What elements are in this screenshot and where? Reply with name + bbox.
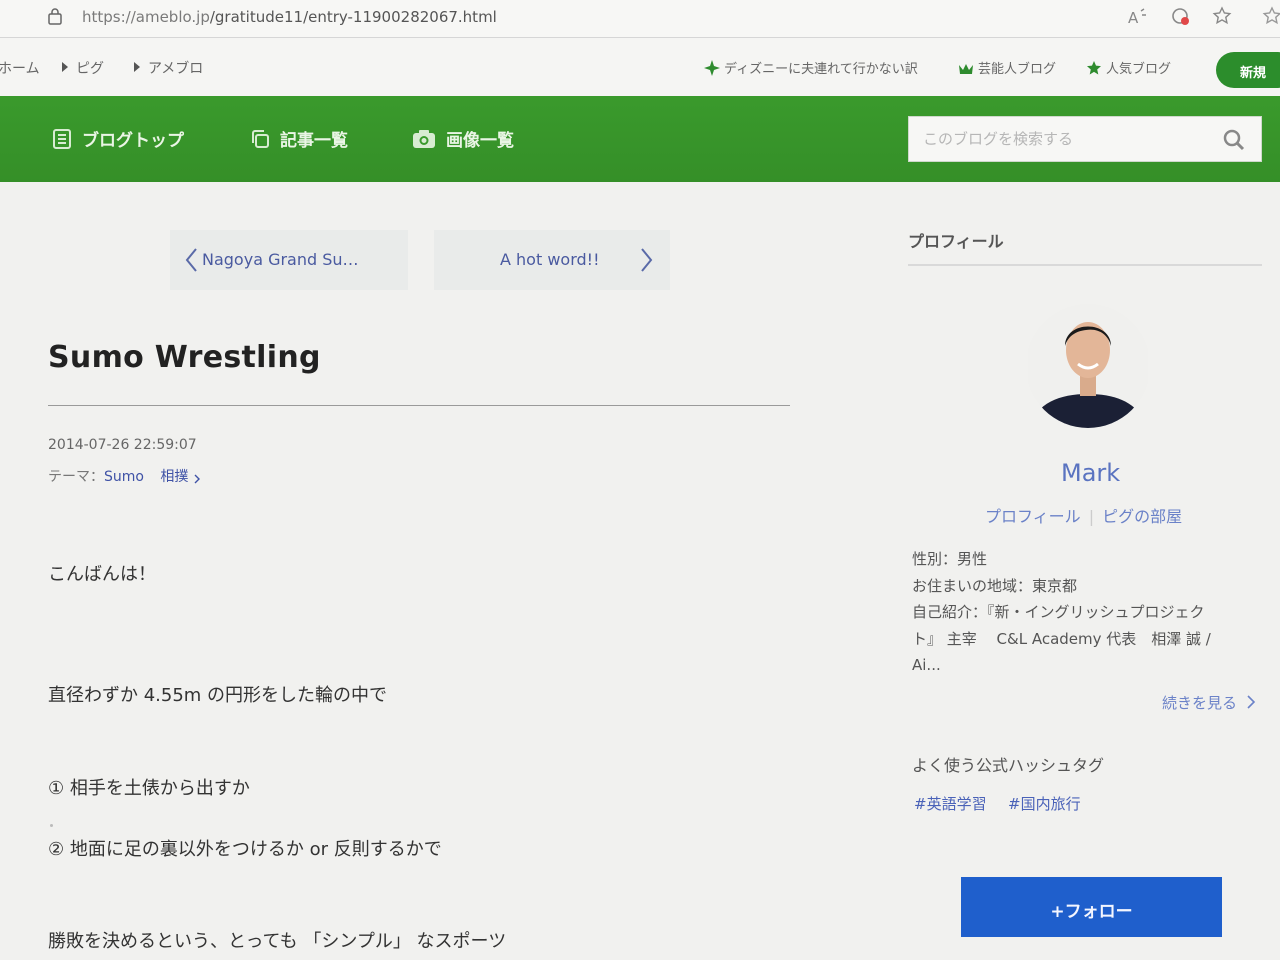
- nav-home-link[interactable]: ホーム: [0, 58, 40, 78]
- collections-icon[interactable]: [1262, 6, 1280, 28]
- browser-address-bar: https://ameblo.jp/gratitude11/entry-1190…: [0, 0, 1280, 38]
- profile-intro-line: Ai...: [912, 656, 941, 674]
- nav-ameblo-link[interactable]: アメブロ: [134, 58, 203, 78]
- blog-search-box: [908, 116, 1262, 162]
- article-paragraph: 勝敗を決めるという、とっても 「シンプル」 なスポーツ: [48, 931, 507, 952]
- arrow-right-icon: [134, 62, 140, 72]
- star-icon: [1087, 61, 1101, 75]
- article-paragraph: ① 相手を土俵から出すか: [48, 778, 250, 799]
- profile-region: お住まいの地域：東京都: [912, 577, 1078, 595]
- avatar[interactable]: [1028, 300, 1148, 432]
- profile-heading: プロフィール: [908, 232, 1004, 251]
- profile-gender: 性別：男性: [912, 550, 988, 568]
- profile-links: プロフィール | ピグの部屋: [985, 503, 1182, 527]
- blog-header-bar: ブログトップ 記事一覧 画像一覧: [0, 96, 1280, 182]
- follow-button[interactable]: +フォロー: [961, 877, 1222, 937]
- svg-text:A: A: [1128, 9, 1139, 27]
- theme-label: テーマ：: [48, 469, 104, 485]
- sparkle-icon: [704, 60, 720, 76]
- profile-divider: [908, 264, 1262, 266]
- article-datetime: 2014-07-26 22:59:07: [48, 437, 197, 453]
- theme-tag-link[interactable]: 相撲: [160, 469, 188, 485]
- document-icon: [53, 129, 71, 149]
- bullet-dot: [50, 824, 53, 827]
- nav-article-list[interactable]: 記事一覧: [250, 126, 348, 151]
- crown-icon: [959, 64, 973, 74]
- new-post-button[interactable]: 新規: [1216, 52, 1280, 88]
- chevron-right-icon: [641, 248, 653, 272]
- popular-blog-link[interactable]: 人気ブログ: [1086, 58, 1171, 77]
- nav-pigg-link[interactable]: ピグ: [62, 58, 104, 78]
- pigg-room-link[interactable]: ピグの部屋: [1102, 507, 1182, 526]
- chevron-right-icon: [194, 474, 200, 484]
- article-paragraph: ② 地面に足の裏以外をつけるか or 反則するかで: [48, 839, 442, 860]
- hashtag-heading: よく使う公式ハッシュタグ: [912, 756, 1105, 775]
- next-article-link[interactable]: A hot word!!: [434, 230, 670, 290]
- profile-name[interactable]: Mark: [1061, 459, 1120, 487]
- chevron-right-icon: [1247, 695, 1255, 709]
- ameba-global-nav: ホーム ピグ アメブロ ディズニーに夫連れて行かない訳 芸能人ブログ 人気ブログ…: [0, 38, 1280, 96]
- read-more-link[interactable]: 続きを見る: [1162, 692, 1256, 713]
- search-icon[interactable]: [1223, 129, 1245, 151]
- article-paragraph: こんばんは！: [48, 564, 156, 585]
- article-theme: テーマ：Sumo 相撲: [48, 466, 201, 486]
- camera-icon: [413, 130, 435, 148]
- arrow-right-icon: [62, 62, 68, 72]
- hashtag-link[interactable]: #国内旅行: [1008, 793, 1081, 814]
- nav-image-list[interactable]: 画像一覧: [412, 126, 514, 151]
- hashtag-link[interactable]: #英語学習: [914, 793, 987, 814]
- profile-intro-line: ト』 主宰 C&L Academy 代表 相澤 誠 /: [912, 630, 1211, 648]
- favorites-icon[interactable]: [1212, 6, 1234, 28]
- article-title: Sumo Wrestling: [48, 340, 321, 375]
- trending-link[interactable]: ディズニーに夫連れて行かない訳: [704, 58, 918, 77]
- page-info-icon[interactable]: [46, 7, 64, 25]
- profile-link[interactable]: プロフィール: [985, 507, 1081, 526]
- profile-intro-line: 自己紹介：『新・イングリッシュプロジェク: [912, 603, 1205, 621]
- nav-blog-top[interactable]: ブログトップ: [52, 126, 184, 151]
- url-field[interactable]: https://ameblo.jp/gratitude11/entry-1190…: [82, 8, 497, 26]
- extension-icon[interactable]: [1170, 6, 1192, 28]
- theme-link[interactable]: Sumo: [104, 469, 144, 485]
- read-aloud-icon[interactable]: A: [1126, 6, 1148, 28]
- link-separator: |: [1088, 507, 1095, 526]
- copy-icon: [252, 130, 269, 148]
- article-paragraph: 直径わずか 4.55m の円形をした輪の中で: [48, 685, 388, 706]
- title-divider: [48, 405, 790, 406]
- chevron-left-icon: [185, 248, 197, 272]
- prev-article-link[interactable]: Nagoya Grand Su…: [170, 230, 408, 290]
- celebrity-blog-link[interactable]: 芸能人ブログ: [958, 58, 1056, 77]
- blog-search-input[interactable]: [909, 117, 1199, 161]
